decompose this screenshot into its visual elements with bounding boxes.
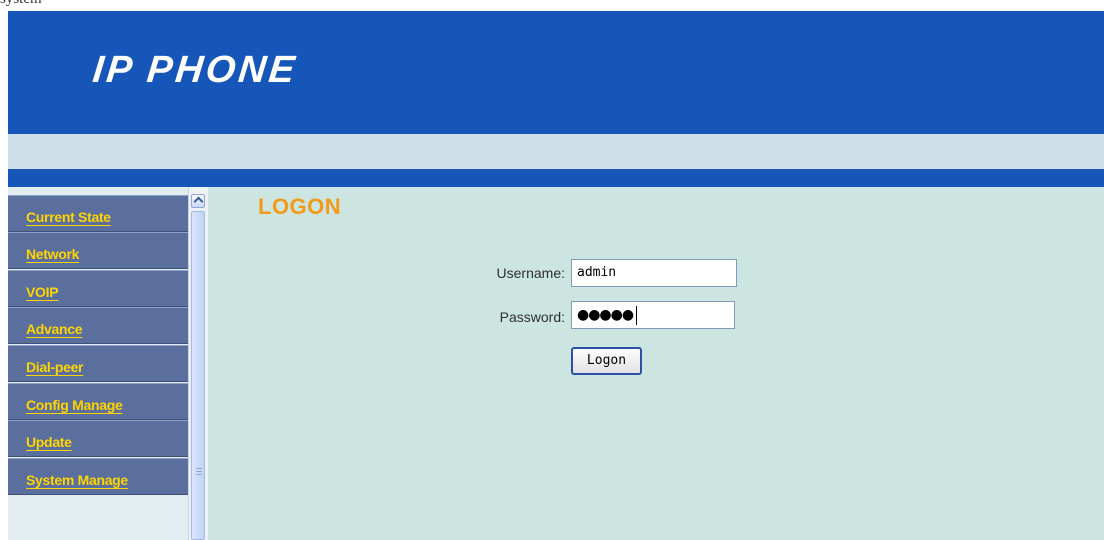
sidebar-item-label[interactable]: VOIP: [26, 284, 59, 300]
sidebar-scrollbar[interactable]: [188, 187, 208, 540]
sidebar: Current State Network VOIP Advance Dial-…: [8, 187, 188, 540]
nav-top-bar: [8, 169, 1104, 187]
sidebar-item-network[interactable]: Network: [8, 232, 188, 269]
sidebar-item-label[interactable]: Dial-peer: [26, 359, 84, 375]
password-mask: ●●●●●: [577, 307, 634, 323]
app-logo: IP PHONE: [90, 49, 300, 91]
sidebar-item-label[interactable]: Config Manage: [26, 397, 123, 413]
username-field[interactable]: admin: [571, 259, 737, 287]
page-title: LOGON: [258, 194, 342, 219]
top-clipped-strip: system: [0, 0, 1104, 11]
main-content: LOGON Username: admin Password: ●●●●● Lo…: [208, 187, 1104, 540]
sidebar-item-config-manage[interactable]: Config Manage: [8, 383, 188, 420]
password-field[interactable]: ●●●●●: [571, 301, 735, 329]
sidebar-item-label[interactable]: Update: [26, 434, 72, 450]
sidebar-item-voip[interactable]: VOIP: [8, 270, 188, 307]
grip-icon: [196, 468, 202, 476]
sidebar-item-label[interactable]: Network: [26, 246, 79, 262]
sidebar-item-label[interactable]: Current State: [26, 209, 111, 225]
sidebar-item-label[interactable]: System Manage: [26, 472, 128, 488]
sidebar-item-current-state[interactable]: Current State: [8, 195, 188, 232]
sidebar-item-update[interactable]: Update: [8, 420, 188, 457]
sidebar-item-system-manage[interactable]: System Manage: [8, 458, 188, 495]
clipped-text: system: [0, 0, 42, 8]
text-caret: [636, 306, 637, 325]
sidebar-item-dial-peer[interactable]: Dial-peer: [8, 345, 188, 382]
sidebar-item-advance[interactable]: Advance: [8, 307, 188, 344]
header-banner: IP PHONE: [8, 11, 1104, 134]
password-label: Password:: [499, 309, 565, 325]
scrollbar-thumb[interactable]: [191, 211, 205, 540]
header-subband: [8, 134, 1104, 169]
logon-button[interactable]: Logon: [571, 347, 642, 375]
scroll-up-arrow-icon[interactable]: [191, 194, 205, 208]
sidebar-item-label[interactable]: Advance: [26, 321, 83, 337]
username-label: Username:: [496, 265, 565, 281]
